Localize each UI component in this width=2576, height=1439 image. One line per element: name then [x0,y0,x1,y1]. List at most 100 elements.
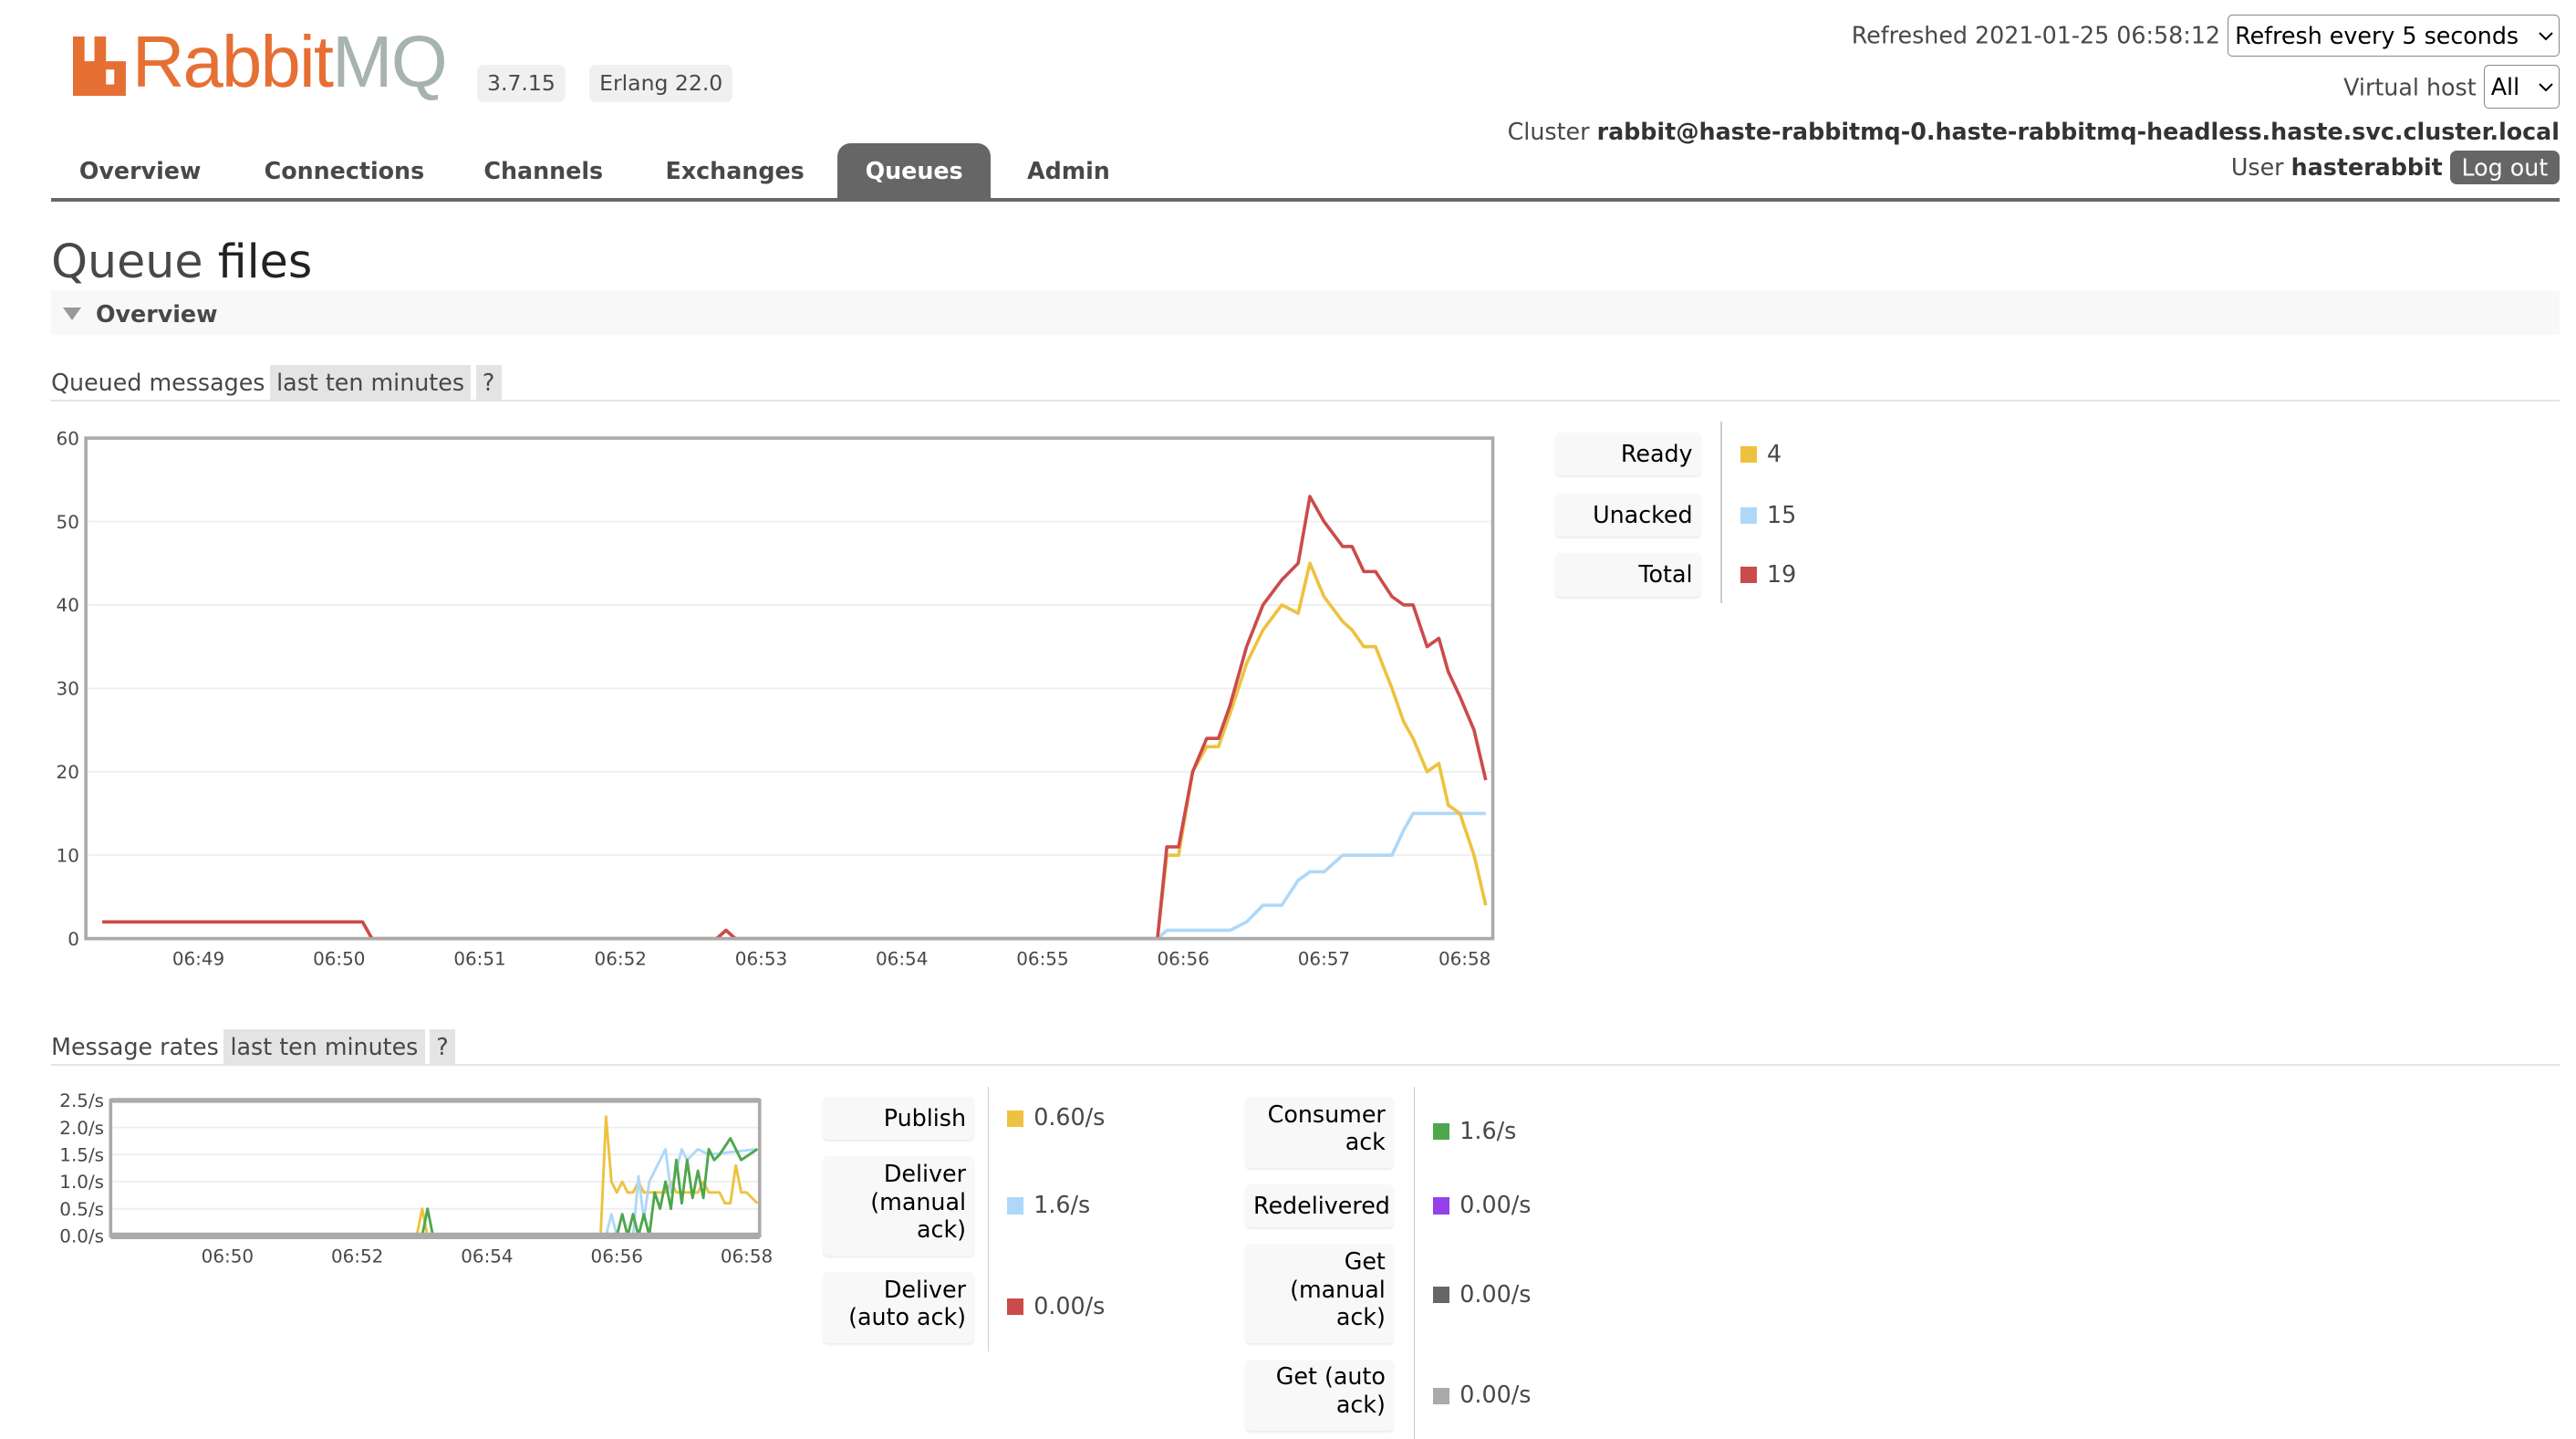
get-manual-swatch [1433,1287,1450,1304]
vhost-label: Virtual host [2343,73,2477,101]
range-selector[interactable]: last ten minutes [223,1028,425,1064]
range-selector[interactable]: last ten minutes [269,365,472,401]
get-auto-value: 0.00/s [1459,1381,1532,1409]
page-title: Queue files [51,235,312,288]
logout-button[interactable]: Log out [2449,150,2560,184]
y-tick-label: 30 [57,678,79,699]
series-line-publish [110,1115,759,1237]
rabbitmq-logo[interactable]: RabbitMQ [132,22,448,102]
x-tick-label: 06:58 [1439,948,1491,969]
x-tick-label: 06:56 [591,1246,643,1267]
nav-divider [51,198,2560,202]
tab-channels[interactable]: Channels [456,143,631,200]
y-tick-label: 1.5/s [59,1144,104,1165]
vhost-select[interactable]: All [2483,64,2560,109]
version-badge: 3.7.15 [477,64,566,103]
tab-connections[interactable]: Connections [236,143,452,200]
legend-label-get-manual: Get (manual ack) [1244,1244,1394,1343]
tab-queues[interactable]: Queues [836,143,992,201]
x-tick-label: 06:56 [1158,948,1210,969]
unacked-swatch [1740,506,1758,524]
ready-value: 4 [1767,439,1782,467]
x-tick-label: 06:54 [461,1246,513,1267]
y-tick-label: 0 [68,928,79,949]
x-tick-label: 06:52 [595,948,647,969]
x-tick-label: 06:52 [331,1246,383,1267]
legend-label-get-auto: Get (auto ack) [1244,1359,1394,1431]
rabbitmq-logo-icon [72,36,126,96]
legend-divider [1720,421,1723,603]
series-line-consumer-ack [110,1136,759,1237]
legend-label-publish: Publish [822,1097,975,1141]
user-label: User [2230,153,2284,182]
legend-label-deliver-auto: Deliver (auto ack) [822,1271,975,1343]
legend-label-redelivered: Redelivered [1244,1184,1394,1228]
x-tick-label: 06:50 [313,948,365,969]
y-tick-label: 60 [57,428,79,449]
tab-admin[interactable]: Admin [999,143,1137,200]
user-name: hasterabbit [2290,153,2443,182]
series-line-unacked [102,811,1486,941]
y-tick-label: 10 [57,845,79,866]
cluster-name: rabbit@haste-rabbitmq-0.haste-rabbitmq-h… [1596,117,2560,145]
title-prefix: Queue [51,235,203,289]
y-tick-label: 20 [57,762,79,783]
queued-heading-text: Queued messages [51,369,265,397]
consumer-ack-swatch [1433,1123,1450,1141]
vhost-row: Virtual host All [2343,64,2560,109]
x-tick-label: 06:58 [721,1246,773,1267]
deliver-auto-swatch [1007,1298,1024,1315]
legend-label-unacked: Unacked [1555,494,1701,537]
refresh-interval-select[interactable]: Refresh every 5 seconds [2228,15,2560,57]
message-rates-heading: Message rates last ten minutes? [51,1028,455,1064]
queued-messages-chart: 0 10 20 30 40 50 60 06:49 06:50 06:51 06:52 06:53 06… [57,428,1495,969]
get-auto-swatch [1433,1387,1450,1404]
y-tick-label: 40 [57,595,79,616]
help-button[interactable]: ? [430,1028,455,1064]
deliver-manual-value: 1.6/s [1034,1191,1091,1219]
legend-label-deliver-manual: Deliver (manual ack) [822,1156,975,1256]
redelivered-swatch [1433,1197,1450,1215]
x-tick-label: 06:55 [1016,948,1068,969]
refresh-row: Refreshed 2021-01-25 06:58:12 Refresh ev… [1851,15,2560,57]
consumer-ack-value: 1.6/s [1459,1116,1517,1144]
tab-overview[interactable]: Overview [51,143,229,200]
section-title[interactable]: Overview [96,300,217,328]
get-manual-value: 0.00/s [1459,1279,1532,1308]
redelivered-value: 0.00/s [1459,1191,1532,1219]
cluster-label: Cluster [1507,117,1590,145]
legend-label-ready: Ready [1555,433,1701,476]
user-row: User hasterabbit Log out [2230,150,2560,184]
divider [51,400,2560,401]
series-line-ready [102,561,1488,941]
x-tick-label: 06:54 [876,948,928,969]
overview-section-header[interactable] [51,290,2560,336]
deliver-manual-swatch [1007,1197,1024,1215]
x-tick-label: 06:57 [1298,948,1350,969]
y-tick-label: 0.5/s [59,1199,104,1220]
refreshed-timestamp: Refreshed 2021-01-25 06:58:12 [1851,21,2221,49]
help-button[interactable]: ? [475,365,502,401]
unacked-value: 15 [1767,500,1797,528]
collapse-triangle-icon[interactable] [62,307,81,320]
cluster-row: Cluster rabbit@haste-rabbitmq-0.haste-ra… [1508,118,2560,145]
queue-name: files [217,235,313,289]
y-tick-label: 2.5/s [59,1090,104,1111]
rabbitmq-management-page: RabbitMQ 3.7.15 Erlang 22.0 Overview Con… [0,0,2576,1439]
deliver-auto-value: 0.00/s [1034,1291,1106,1319]
message-rates-chart: 0.0/s 0.5/s 1.0/s 1.5/s 2.0/s 2.5/s 06:50 06:52… [59,1090,773,1267]
y-tick-label: 2.0/s [59,1118,104,1139]
y-tick-label: 50 [57,511,79,532]
y-tick-label: 0.0/s [59,1225,104,1246]
legend-label-total: Total [1555,553,1701,597]
x-tick-label: 06:53 [735,948,787,969]
total-swatch [1740,566,1758,584]
publish-value: 0.60/s [1034,1103,1106,1131]
ready-swatch [1740,445,1758,463]
queued-messages-heading: Queued messages last ten minutes? [51,365,502,401]
y-tick-label: 1.0/s [59,1172,104,1193]
plot-border [109,1098,762,1237]
tab-exchanges[interactable]: Exchanges [638,143,833,200]
x-tick-label: 06:50 [202,1246,254,1267]
x-tick-label: 06:51 [453,948,505,969]
